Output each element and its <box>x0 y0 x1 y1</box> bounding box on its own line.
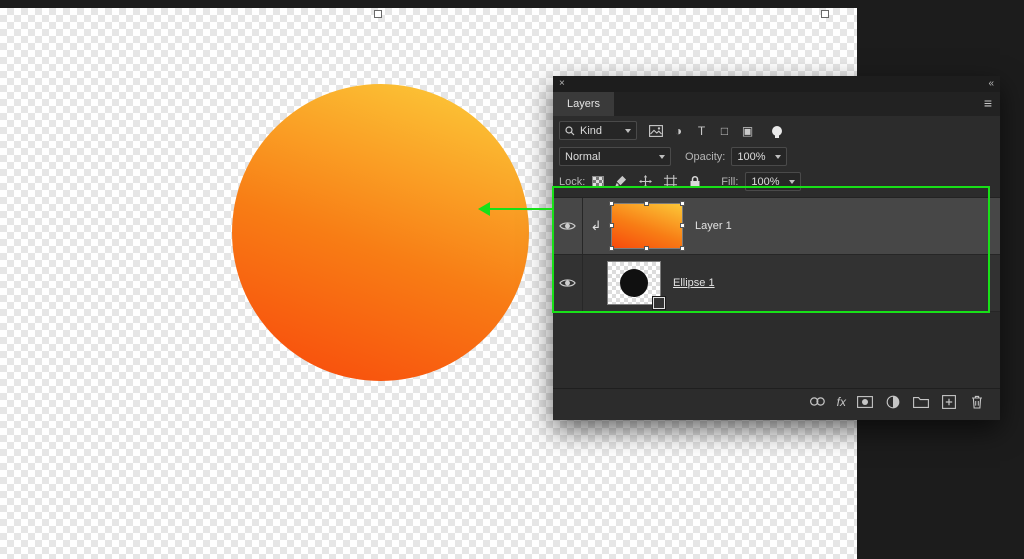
collapse-panel-icon[interactable]: « <box>988 79 994 89</box>
annotation-arrow-head-icon <box>478 202 490 216</box>
layers-panel-footer: fx <box>553 388 1000 414</box>
chevron-down-icon <box>789 179 796 184</box>
opacity-dropdown[interactable]: 100% <box>731 147 788 166</box>
transform-handle-right[interactable] <box>821 10 829 18</box>
filter-smart-objects-button[interactable]: ▣ <box>737 121 758 140</box>
panel-titlebar: × « <box>553 76 1000 92</box>
new-adjustment-layer-button[interactable] <box>884 394 902 410</box>
annotation-highlight-rect <box>552 186 990 313</box>
filter-pixel-layers-button[interactable] <box>645 121 666 140</box>
delete-layer-button[interactable] <box>968 394 986 410</box>
filter-kind-value: Kind <box>580 124 603 137</box>
chevron-down-icon <box>625 128 631 133</box>
link-icon <box>810 397 825 406</box>
filter-type-layers-button[interactable]: T <box>691 121 712 140</box>
chevron-down-icon <box>775 154 782 159</box>
trash-icon <box>972 395 982 409</box>
photoshop-workspace: × « Layers ≡ Kind ◑ T □ ▣ Normal Opacity… <box>0 0 1024 559</box>
tab-layers-label: Layers <box>567 98 601 110</box>
tab-layers[interactable]: Layers <box>553 92 615 116</box>
panel-menu-icon[interactable]: ≡ <box>984 95 992 111</box>
add-mask-button[interactable] <box>856 394 874 410</box>
filter-shape-layers-button[interactable]: □ <box>714 121 735 140</box>
mask-icon <box>857 395 873 408</box>
gradient-circle-artwork[interactable] <box>232 84 529 381</box>
new-group-button[interactable] <box>912 394 930 410</box>
adjustment-circle-icon <box>886 395 900 408</box>
link-layers-button[interactable] <box>809 394 827 410</box>
chevron-down-icon <box>659 154 665 159</box>
panel-tabstrip: Layers ≡ <box>553 92 1000 116</box>
opacity-label: Opacity: <box>685 150 726 163</box>
transform-handle-left[interactable] <box>374 10 382 18</box>
add-layer-style-button[interactable]: fx <box>837 394 846 410</box>
blend-mode-value: Normal <box>565 150 601 163</box>
image-icon <box>648 124 663 137</box>
layer-filter-row: Kind ◑ T □ ▣ <box>553 116 1000 144</box>
blend-mode-dropdown[interactable]: Normal <box>559 147 671 166</box>
layer-filter-toggle[interactable] <box>772 125 782 138</box>
add-layer-button[interactable] <box>940 394 958 410</box>
plus-square-icon <box>942 394 956 409</box>
search-icon <box>565 125 575 135</box>
opacity-value: 100% <box>737 150 766 163</box>
blend-row: Normal Opacity: 100% <box>553 144 1000 169</box>
close-icon[interactable]: × <box>559 79 565 89</box>
filter-kind-dropdown[interactable]: Kind <box>559 121 637 140</box>
folder-icon <box>913 396 929 408</box>
annotation-arrow-line <box>490 208 553 210</box>
filter-adjustment-layers-button[interactable]: ◑ <box>668 121 689 140</box>
